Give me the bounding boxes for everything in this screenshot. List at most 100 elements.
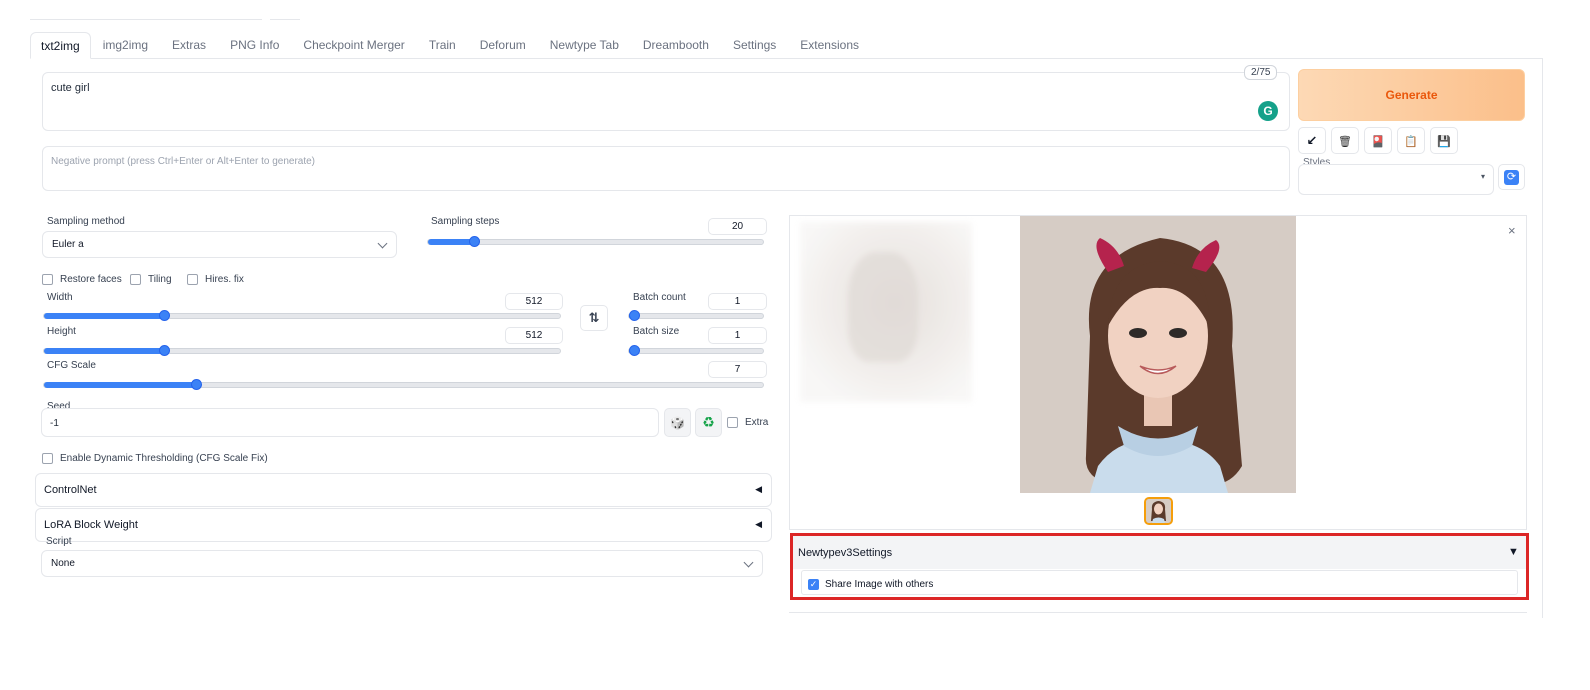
panel-right-border (1542, 58, 1543, 618)
slider-fill (428, 239, 474, 245)
cfg-scale-slider[interactable] (43, 379, 764, 390)
hires-fix-checkbox[interactable] (187, 274, 198, 285)
grammarly-icon[interactable]: G (1258, 101, 1278, 121)
tab-deforum[interactable]: Deforum (468, 32, 538, 59)
previous-image-ghost (800, 222, 972, 402)
width-slider[interactable] (43, 310, 561, 321)
tab-extensions[interactable]: Extensions (788, 32, 871, 59)
batch-size-label: Batch size (633, 326, 680, 337)
sampling-steps-label: Sampling steps (431, 216, 500, 227)
sampling-method-label: Sampling method (47, 216, 125, 227)
tab-settings[interactable]: Settings (721, 32, 788, 59)
slider-thumb[interactable] (629, 310, 640, 321)
width-input[interactable]: 512 (505, 293, 563, 310)
restore-faces-checkbox[interactable] (42, 274, 53, 285)
height-slider[interactable] (43, 345, 561, 356)
script-label: Script (46, 536, 72, 547)
styles-dropdown[interactable]: ▾ (1298, 164, 1494, 195)
height-input[interactable]: 512 (505, 327, 563, 344)
tab-png-info[interactable]: PNG Info (218, 32, 291, 59)
tab-extras[interactable]: Extras (160, 32, 218, 59)
extra-seed-checkbox[interactable] (727, 417, 738, 428)
batch-size-slider[interactable] (628, 345, 764, 356)
thumbnail-image (1146, 499, 1171, 523)
dynamic-thresholding-label: Enable Dynamic Thresholding (CFG Scale F… (60, 453, 268, 464)
panel-bottom-border (789, 612, 1527, 613)
main-tabs: txt2img img2img Extras PNG Info Checkpoi… (30, 32, 871, 59)
negative-prompt-input[interactable]: Negative prompt (press Ctrl+Enter or Alt… (42, 146, 1290, 191)
sampling-steps-slider[interactable] (427, 236, 764, 247)
save-icon: 💾 (1437, 136, 1451, 148)
arrow-down-left-icon: ↙ (1306, 133, 1318, 148)
reuse-seed-button[interactable]: ♻ (695, 408, 722, 437)
batch-count-input[interactable]: 1 (708, 293, 767, 310)
collapse-arrow-icon: ◀ (755, 484, 762, 494)
paste-params-button[interactable]: ↙ (1298, 127, 1326, 154)
height-label: Height (47, 326, 76, 337)
batch-count-slider[interactable] (628, 310, 764, 321)
script-value: None (51, 558, 75, 569)
prompt-input[interactable]: cute girl (42, 72, 1290, 131)
slider-thumb[interactable] (159, 345, 170, 356)
seed-value: -1 (50, 418, 59, 429)
slider-thumb[interactable] (191, 379, 202, 390)
refresh-styles-button[interactable]: ⟳ (1498, 164, 1525, 190)
tiling-checkbox[interactable] (130, 274, 141, 285)
token-counter: 2/75 (1244, 65, 1278, 80)
slider-fill (44, 348, 164, 354)
caret-down-icon: ▾ (1480, 172, 1485, 181)
apply-style-button[interactable]: 📋 (1397, 127, 1425, 154)
gallery-thumbnail[interactable] (1144, 497, 1173, 525)
controlnet-accordion[interactable]: ControlNet ◀ (35, 473, 772, 507)
slider-thumb[interactable] (159, 310, 170, 321)
trash-icon: 🗑 (1338, 136, 1352, 148)
swap-arrows-icon: ⇅ (588, 310, 600, 325)
highlight-box (790, 533, 1529, 600)
sampling-steps-input[interactable]: 20 (708, 218, 767, 235)
prompt-text: cute girl (51, 82, 90, 94)
red-card-icon: 🎴 (1371, 136, 1385, 148)
restore-faces-label: Restore faces (60, 274, 122, 285)
lora-block-weight-title: LoRA Block Weight (44, 519, 138, 531)
tab-divider (30, 58, 1543, 59)
collapse-arrow-icon: ◀ (755, 519, 762, 529)
negative-prompt-placeholder: Negative prompt (press Ctrl+Enter or Alt… (51, 156, 316, 167)
tab-dreambooth[interactable]: Dreambooth (631, 32, 721, 59)
tab-img2img[interactable]: img2img (91, 32, 160, 59)
show-extra-networks-button[interactable]: 🎴 (1364, 127, 1392, 154)
clipboard-icon: 📋 (1404, 136, 1418, 148)
hires-fix-label: Hires. fix (205, 274, 244, 285)
top-divider-short (270, 19, 300, 20)
slider-thumb[interactable] (469, 236, 480, 247)
slider-fill (44, 382, 196, 388)
chevron-down-icon (377, 238, 388, 248)
slider-thumb[interactable] (629, 345, 640, 356)
lora-block-weight-accordion[interactable]: LoRA Block Weight ◀ (35, 508, 772, 542)
save-style-button[interactable]: 💾 (1430, 127, 1458, 154)
cfg-scale-label: CFG Scale (47, 360, 96, 371)
cfg-scale-input[interactable]: 7 (708, 361, 767, 378)
top-divider (30, 19, 262, 20)
tab-checkpoint-merger[interactable]: Checkpoint Merger (291, 32, 416, 59)
extra-seed-label: Extra (745, 417, 769, 428)
script-dropdown[interactable]: None (41, 550, 763, 577)
sampling-method-dropdown[interactable]: Euler a (42, 231, 397, 258)
sampling-method-value: Euler a (52, 239, 84, 250)
tab-txt2img[interactable]: txt2img (30, 32, 91, 59)
tab-newtype[interactable]: Newtype Tab (538, 32, 631, 59)
swap-dimensions-button[interactable]: ⇅ (580, 305, 608, 331)
close-icon[interactable]: × (1508, 223, 1516, 238)
clear-prompt-button[interactable]: 🗑 (1331, 127, 1359, 154)
chevron-down-icon (743, 557, 754, 567)
width-label: Width (47, 292, 73, 303)
dice-icon: 🎲 (670, 416, 685, 430)
recycle-icon: ♻ (702, 414, 715, 430)
seed-input[interactable]: -1 (41, 408, 659, 437)
random-seed-button[interactable]: 🎲 (664, 408, 691, 437)
dynamic-thresholding-checkbox[interactable] (42, 453, 53, 464)
girl-portrait-image (1020, 216, 1296, 493)
tab-train[interactable]: Train (417, 32, 468, 59)
batch-size-input[interactable]: 1 (708, 327, 767, 344)
generated-image[interactable] (1020, 216, 1296, 493)
generate-button[interactable]: Generate (1298, 69, 1525, 121)
